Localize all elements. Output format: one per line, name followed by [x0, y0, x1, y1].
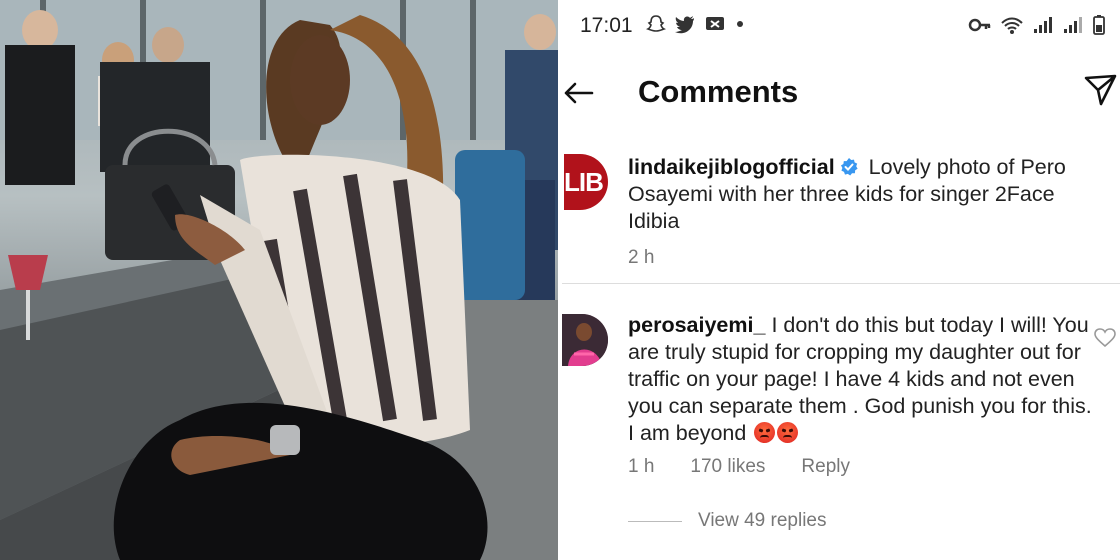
wifi-icon: [1001, 17, 1023, 34]
view-replies-label[interactable]: View 49 replies: [698, 510, 827, 532]
pouting-face-emoji-icon: [777, 422, 799, 443]
avatar[interactable]: LIB: [564, 154, 608, 210]
caption-text-block: lindaikejiblogofficial Lovely photo of P…: [628, 154, 1098, 235]
reply-button[interactable]: Reply: [801, 456, 850, 478]
system-icons: [968, 14, 1106, 36]
screen-share-icon: [706, 17, 724, 30]
send-direct-icon[interactable]: [1082, 72, 1118, 108]
comment-meta: 1 h 170 likes Reply: [628, 456, 886, 478]
dot-icon: [737, 21, 743, 27]
pouting-face-emoji-icon: [754, 422, 776, 443]
caption-username[interactable]: lindaikejiblogofficial: [628, 155, 835, 179]
twitter-icon: [675, 16, 694, 34]
comment-likes-count[interactable]: 170 likes: [690, 456, 765, 478]
snapchat-icon: [646, 15, 666, 32]
divider: [562, 283, 1120, 284]
status-bar: 17:01: [562, 0, 1120, 56]
battery-icon: [1093, 15, 1105, 35]
comment-username[interactable]: perosaiyemi_: [628, 313, 765, 337]
avatar[interactable]: [562, 314, 608, 366]
notification-icons: [646, 14, 744, 34]
status-time: 17:01: [580, 14, 633, 37]
instagram-comments-screen: 17:01 Comments LIB lindaikejiblogofficia…: [562, 0, 1120, 560]
view-replies-link[interactable]: View 49 replies: [628, 510, 827, 532]
like-heart-icon[interactable]: [1094, 328, 1116, 348]
signal-icon-1: [1034, 17, 1052, 33]
comment-text-block: perosaiyemi_ I don't do this but today I…: [628, 312, 1098, 447]
comments-header: Comments: [562, 60, 1120, 126]
verified-badge-icon: [840, 158, 858, 176]
caption-timestamp: 2 h: [628, 247, 655, 268]
replies-line-decoration: [628, 520, 682, 522]
post-photo: [0, 0, 558, 560]
back-arrow-icon[interactable]: [562, 76, 596, 110]
comment-timestamp: 1 h: [628, 456, 655, 477]
key-icon: [968, 18, 991, 32]
signal-icon-2: [1064, 17, 1082, 33]
page-title: Comments: [638, 74, 799, 109]
